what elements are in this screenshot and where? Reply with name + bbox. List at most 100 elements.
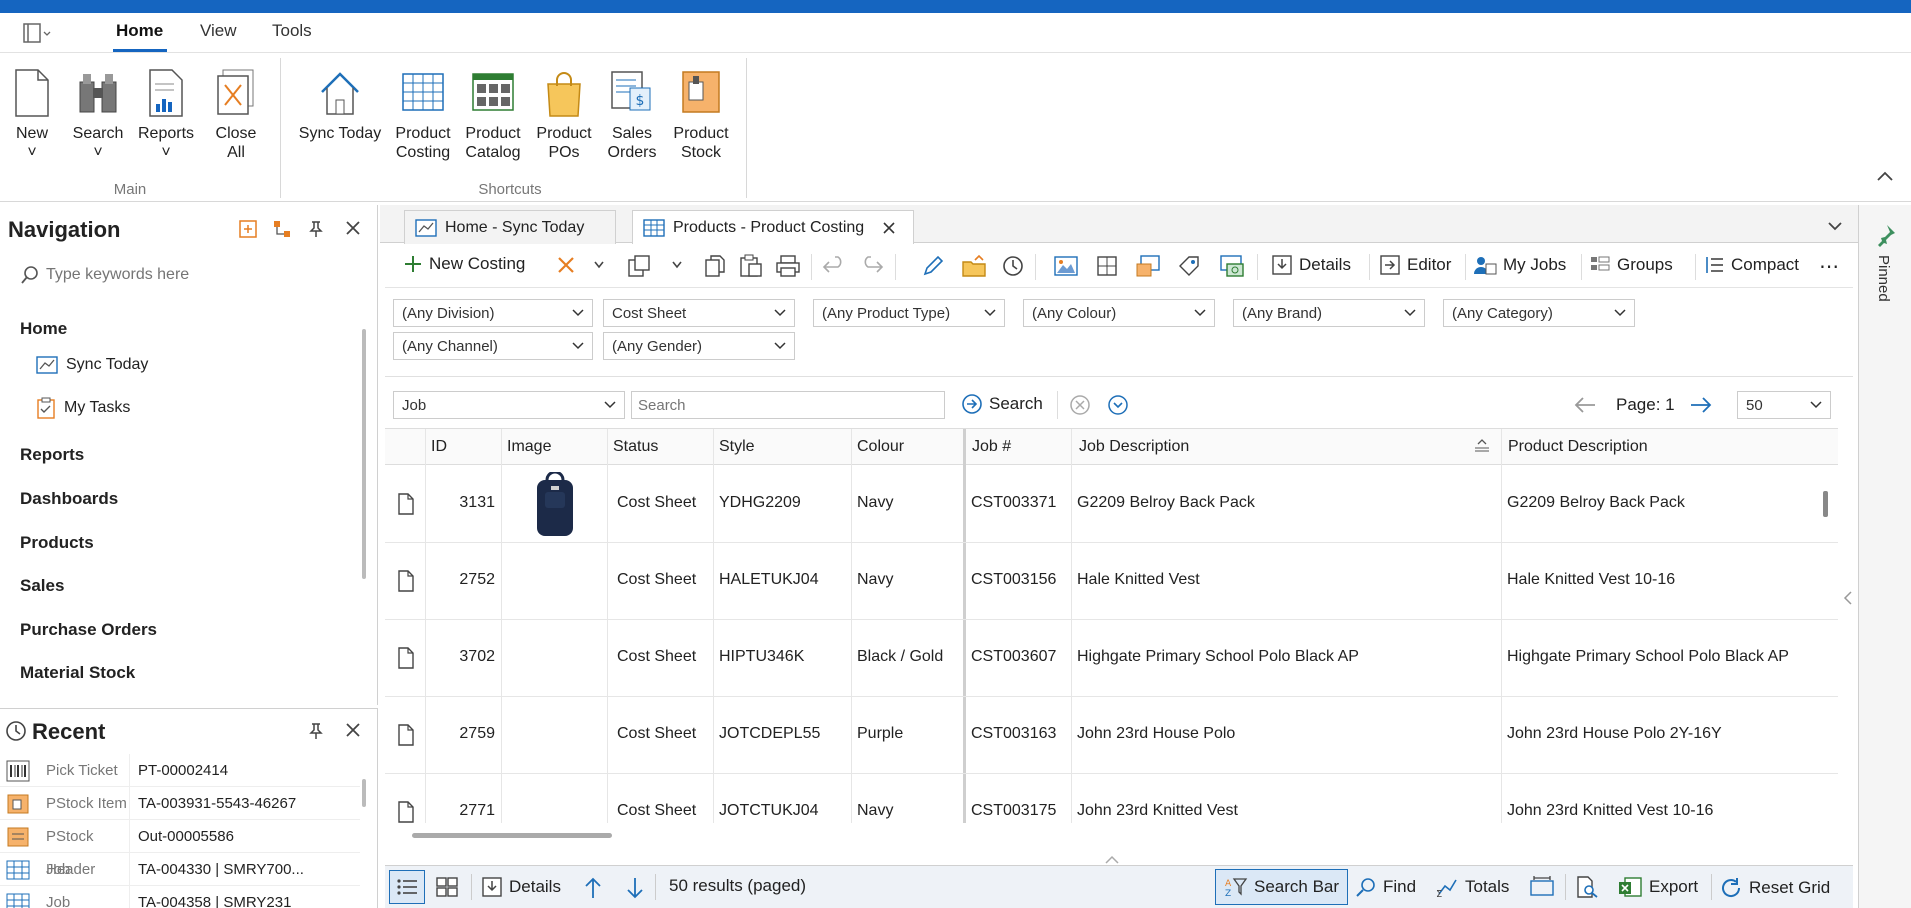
tab-list-chevron-icon[interactable] xyxy=(1826,217,1844,237)
totals-button[interactable]: Σ Totals xyxy=(1435,876,1509,898)
tab-products-product-costing[interactable]: Products - Product Costing xyxy=(632,210,914,244)
column-header-job-number[interactable]: Job # xyxy=(972,438,1011,456)
colour-filter[interactable]: (Any Colour) xyxy=(1023,299,1215,327)
recent-item[interactable]: PStock Header Out-00005586 xyxy=(0,819,360,878)
brand-filter[interactable]: (Any Brand) xyxy=(1233,299,1425,327)
product-pos-button[interactable]: Product POs xyxy=(532,68,596,162)
cost-sheet-icon[interactable] xyxy=(1135,254,1161,278)
page-size-select[interactable]: 50 xyxy=(1737,391,1831,419)
category-filter[interactable]: (Any Category) xyxy=(1443,299,1635,327)
column-header-job-description[interactable]: Job Description xyxy=(1079,438,1189,456)
sales-orders-button[interactable]: $ Sales Orders xyxy=(602,68,662,162)
groups-button[interactable]: Groups xyxy=(1589,254,1673,276)
arrow-down-icon[interactable] xyxy=(625,876,645,905)
recent-item[interactable]: Job TA-004358 | SMRY231 xyxy=(0,885,360,908)
sync-today-button[interactable]: Sync Today xyxy=(294,68,386,143)
recent-item[interactable]: Pick Ticket PT-00002414 xyxy=(0,753,360,787)
close-all-button[interactable]: Close All xyxy=(210,68,262,162)
recent-scrollbar[interactable] xyxy=(362,779,366,807)
edit-pencil-icon[interactable] xyxy=(921,254,945,278)
column-header-style[interactable]: Style xyxy=(719,438,755,456)
column-header-image[interactable]: Image xyxy=(507,438,551,456)
nav-pin-icon[interactable] xyxy=(306,219,326,244)
nav-tree-icon[interactable] xyxy=(272,219,292,244)
open-folder-icon[interactable] xyxy=(961,254,987,278)
tab-home-sync-today[interactable]: Home - Sync Today xyxy=(404,210,616,244)
app-menu-icon[interactable] xyxy=(22,21,54,50)
table-row[interactable]: 2752 Cost Sheet HALETUKJ04 Navy CST00315… xyxy=(385,543,1838,620)
delete-icon[interactable] xyxy=(555,254,577,276)
cost-sheet-filter[interactable]: Cost Sheet xyxy=(603,299,795,327)
nav-search-input[interactable] xyxy=(46,261,346,289)
more-options-icon[interactable]: ⋯ xyxy=(1819,254,1839,279)
redo-icon[interactable] xyxy=(859,254,885,278)
list-view-icon[interactable] xyxy=(389,870,425,904)
expand-search-icon[interactable] xyxy=(1107,394,1129,421)
menu-view[interactable]: View xyxy=(200,21,237,41)
previous-page-icon[interactable] xyxy=(1573,395,1597,420)
chevron-left-icon[interactable] xyxy=(1842,590,1854,606)
product-stock-button[interactable]: Product Stock xyxy=(668,68,734,162)
nav-close-icon[interactable] xyxy=(344,219,362,242)
editor-button[interactable]: Editor xyxy=(1379,254,1451,276)
find-button[interactable]: Find xyxy=(1355,876,1416,898)
next-page-icon[interactable] xyxy=(1689,395,1713,420)
history-icon[interactable] xyxy=(1001,254,1025,278)
column-header-colour[interactable]: Colour xyxy=(857,438,904,456)
chevron-down-icon[interactable] xyxy=(593,260,605,270)
reset-grid-button[interactable]: Reset Grid xyxy=(1719,876,1830,900)
paste-icon[interactable] xyxy=(739,254,763,278)
chevron-down-icon[interactable] xyxy=(671,260,683,270)
export-button[interactable]: Export xyxy=(1617,876,1698,898)
card-view-icon[interactable] xyxy=(435,876,459,903)
table-row[interactable]: 3702 Cost Sheet HIPTU346K Black / Gold C… xyxy=(385,620,1838,697)
clear-search-icon[interactable] xyxy=(1069,394,1091,421)
grid-search-input[interactable] xyxy=(631,391,945,419)
nav-expand-icon[interactable] xyxy=(238,219,258,244)
recent-item[interactable]: PStock Item TA-003931-5543-46267 xyxy=(0,786,360,820)
grid-horizontal-scrollbar[interactable] xyxy=(412,833,612,838)
nav-item-reports[interactable]: Reports xyxy=(20,445,84,465)
details-button[interactable]: Details xyxy=(1271,254,1351,276)
collapse-ribbon-icon[interactable] xyxy=(1876,168,1894,188)
recent-pin-icon[interactable] xyxy=(306,721,326,746)
channel-filter[interactable]: (Any Channel) xyxy=(393,332,593,360)
table-row[interactable]: 2759 Cost Sheet JOTCDEPL55 Purple CST003… xyxy=(385,697,1838,774)
nav-item-sync-today[interactable]: Sync Today xyxy=(36,355,148,375)
column-width-icon[interactable] xyxy=(1529,876,1555,903)
print-preview-icon[interactable] xyxy=(1575,876,1599,903)
compact-button[interactable]: Compact xyxy=(1703,254,1799,276)
product-type-filter[interactable]: (Any Product Type) xyxy=(813,299,1005,327)
grid-vertical-scrollbar[interactable] xyxy=(1823,491,1828,517)
close-icon[interactable] xyxy=(882,221,896,235)
duplicate-icon[interactable] xyxy=(627,254,653,278)
my-jobs-button[interactable]: My Jobs xyxy=(1473,254,1566,276)
layout-icon[interactable] xyxy=(1095,254,1119,278)
search-button[interactable]: Search ˅ xyxy=(70,68,126,162)
division-filter[interactable]: (Any Division) xyxy=(393,299,593,327)
recent-close-icon[interactable] xyxy=(344,721,362,744)
new-costing-button[interactable]: New Costing xyxy=(403,254,525,274)
product-catalog-button[interactable]: Product Catalog xyxy=(462,68,524,162)
reports-button[interactable]: Reports ˅ xyxy=(134,68,198,162)
nav-item-dashboards[interactable]: Dashboards xyxy=(20,489,118,509)
print-icon[interactable] xyxy=(775,254,801,278)
arrow-up-icon[interactable] xyxy=(583,876,603,905)
search-bar-toggle[interactable]: AZ Search Bar xyxy=(1215,869,1349,905)
gender-filter[interactable]: (Any Gender) xyxy=(603,332,795,360)
sort-icon[interactable] xyxy=(1473,439,1491,458)
column-header-id[interactable]: ID xyxy=(431,438,447,456)
nav-item-my-tasks[interactable]: My Tasks xyxy=(36,397,130,419)
nav-scrollbar[interactable] xyxy=(362,329,366,579)
status-details-button[interactable]: Details xyxy=(481,876,561,898)
nav-item-material-stock[interactable]: Material Stock xyxy=(20,663,135,683)
copy-icon[interactable] xyxy=(703,254,727,278)
menu-tools[interactable]: Tools xyxy=(272,21,312,41)
table-row[interactable]: 2771 Cost Sheet JOTCTUKJ04 Navy CST00317… xyxy=(385,774,1838,823)
column-header-status[interactable]: Status xyxy=(613,438,658,456)
image-icon[interactable] xyxy=(1053,254,1079,278)
product-costing-button[interactable]: Product Costing xyxy=(392,68,454,162)
recent-item[interactable]: Job TA-004330 | SMRY700... xyxy=(0,852,360,886)
table-row[interactable]: 3131 Cost Sheet YDHG2209 Navy CST003371 … xyxy=(385,466,1838,543)
column-header-product-description[interactable]: Product Description xyxy=(1508,438,1648,456)
